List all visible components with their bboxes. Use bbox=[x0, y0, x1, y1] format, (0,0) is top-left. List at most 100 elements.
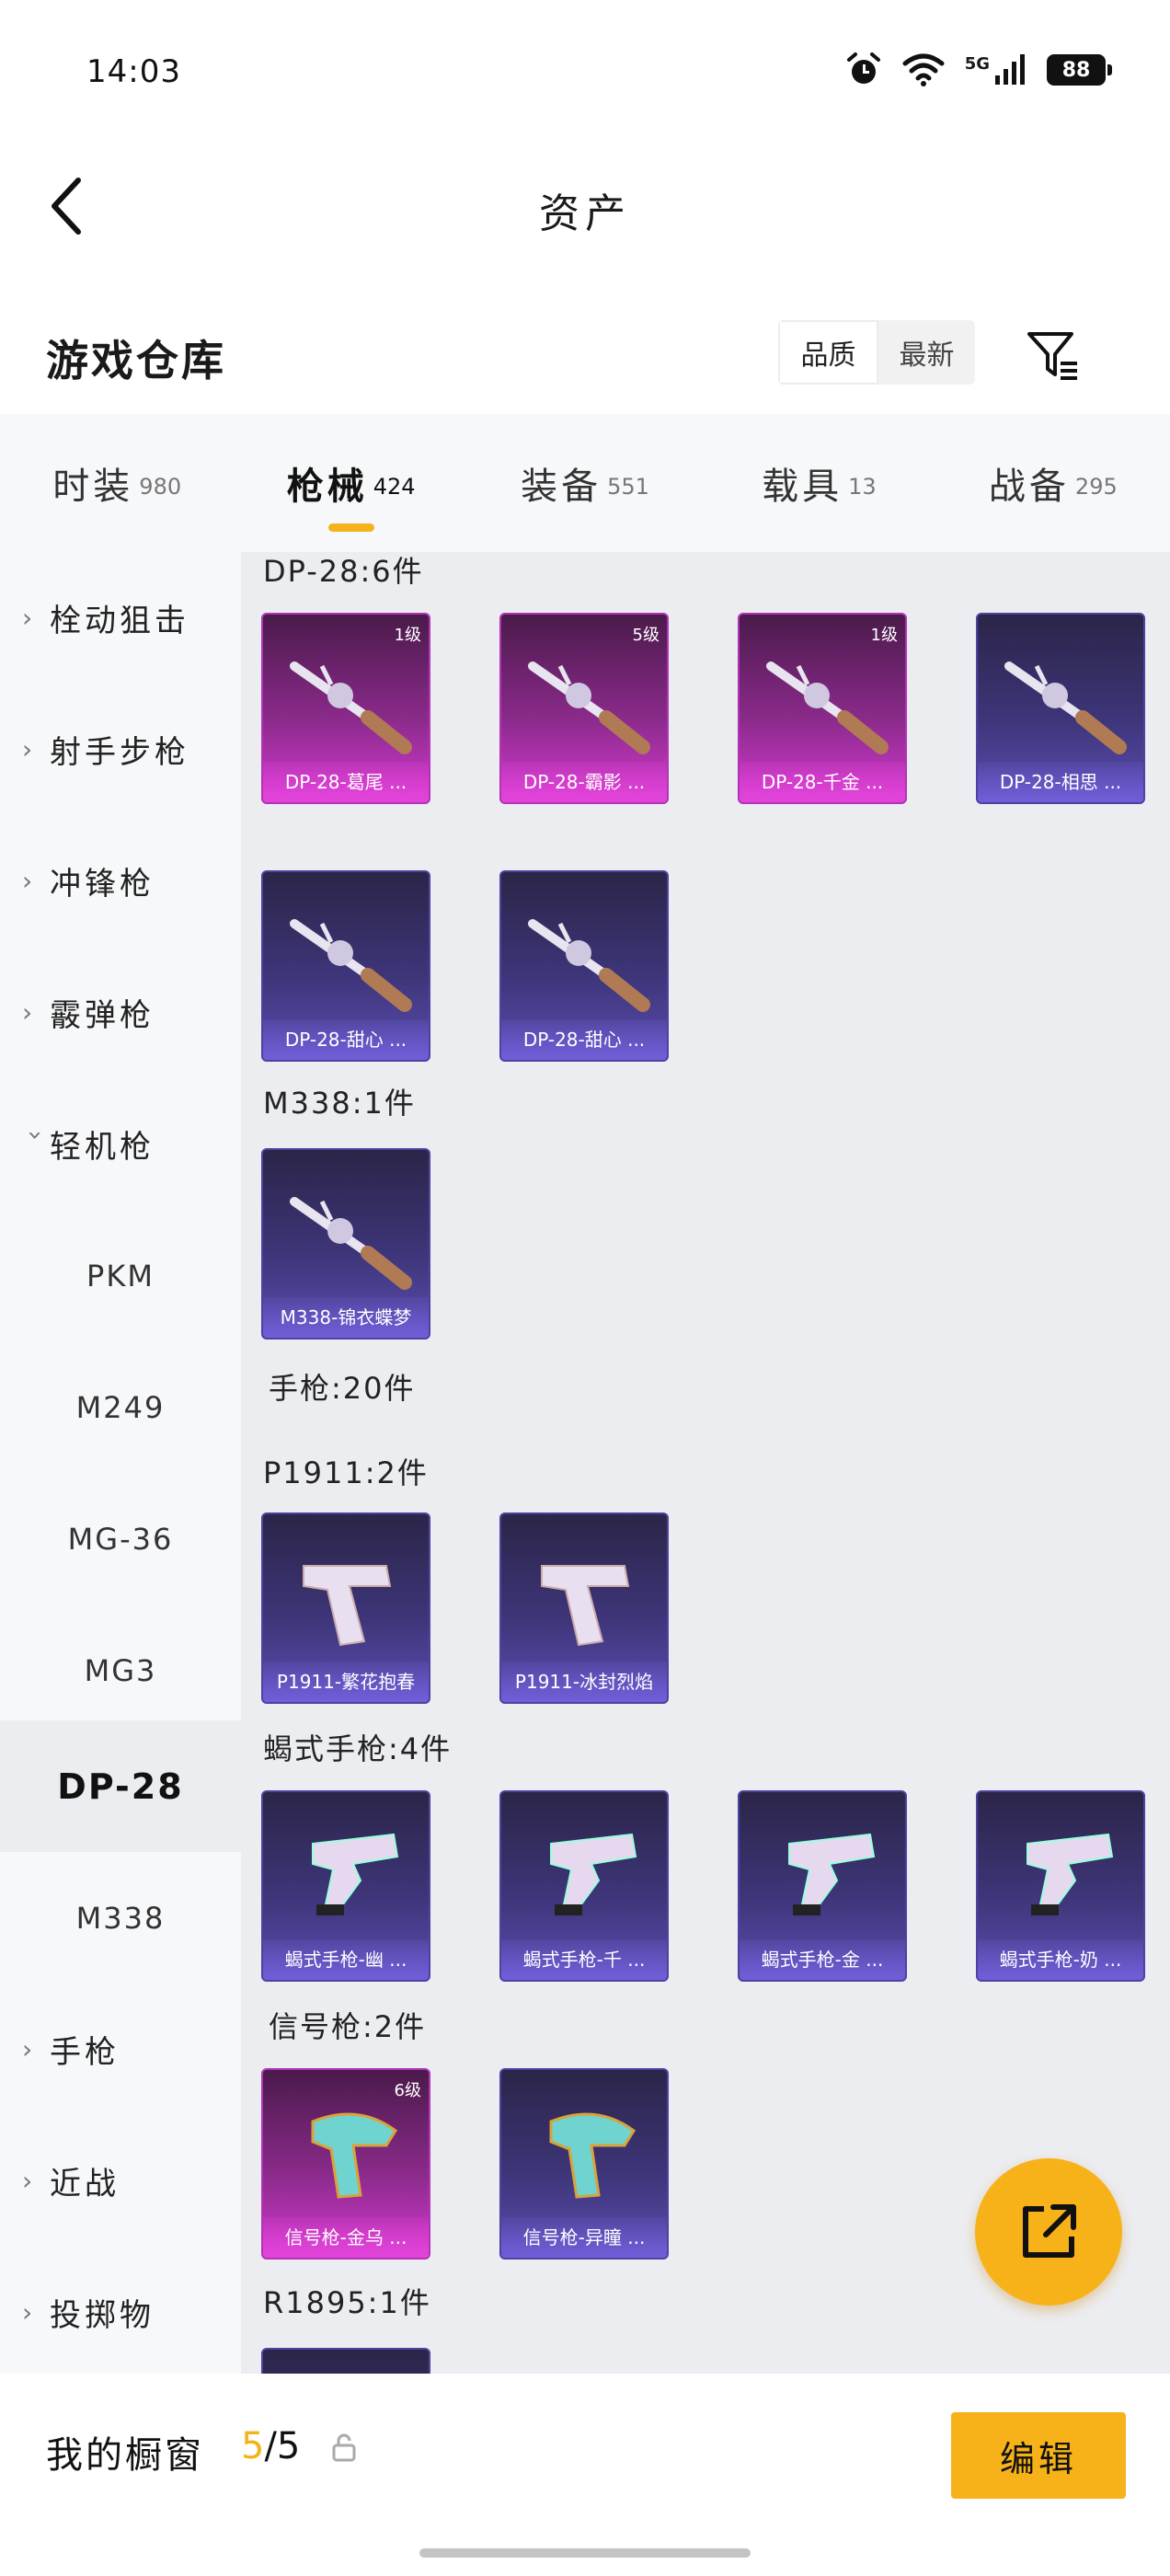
card-name: DP-28-千金 ... bbox=[740, 762, 905, 802]
card-name: 蝎式手枪-金 ... bbox=[740, 1939, 905, 1980]
weapon-skin-card[interactable]: 蝎式手枪-金 ... bbox=[738, 1790, 907, 1982]
sidebar-item-pkm[interactable]: PKM bbox=[0, 1210, 241, 1341]
tab-label: 战备 bbox=[988, 466, 1070, 508]
tier-badge: 5级 bbox=[632, 626, 660, 645]
filter-button[interactable] bbox=[1021, 324, 1085, 388]
sidebar-item-pistol[interactable]: › 手枪 bbox=[0, 1984, 241, 2115]
section-label: 信号枪:2件 bbox=[269, 2009, 427, 2044]
sidebar-item-m249[interactable]: M249 bbox=[0, 1341, 241, 1473]
signal-icon bbox=[995, 54, 1025, 85]
sidebar-item-label: 冲锋枪 bbox=[50, 866, 155, 903]
weapon-skin-card[interactable]: DP-28-相思 ... bbox=[976, 613, 1145, 804]
lmg-icon bbox=[290, 1197, 412, 1290]
tab-equipment[interactable]: 装备 551 bbox=[468, 414, 702, 552]
tab-count: 295 bbox=[1074, 474, 1118, 500]
sidebar-item-label: 手枪 bbox=[50, 2034, 120, 2071]
weapon-skin-card[interactable]: 6级 信号枪-金乌 ... bbox=[261, 2068, 430, 2260]
lmg-icon bbox=[528, 661, 650, 754]
card-name: DP-28-相思 ... bbox=[978, 762, 1143, 802]
card-name: 信号枪-异瞳 ... bbox=[501, 2217, 667, 2258]
tab-gear[interactable]: 战备 295 bbox=[936, 414, 1170, 552]
smg-pistol-icon bbox=[550, 1833, 637, 1915]
card-name: 信号枪-金乌 ... bbox=[263, 2217, 429, 2258]
sidebar-item-mg3[interactable]: MG3 bbox=[0, 1604, 241, 1736]
tab-label: 载具 bbox=[762, 466, 843, 508]
network-type: 5G bbox=[964, 53, 990, 74]
pistol-icon bbox=[541, 1565, 630, 1647]
header: 资产 bbox=[0, 156, 1170, 258]
sidebar-item-throwable[interactable]: › 投掷物 bbox=[0, 2247, 241, 2378]
weapon-skin-card[interactable]: 蝎式手枪-奶 ... bbox=[976, 1790, 1145, 1982]
weapon-skin-card[interactable]: P1911-繁花抱春 bbox=[261, 1512, 430, 1704]
chevron-down-icon: › bbox=[20, 1130, 52, 1144]
card-name: P1911-冰封烈焰 bbox=[501, 1662, 667, 1702]
card-name: 蝎式手枪-幽 ... bbox=[263, 1939, 429, 1980]
sidebar-item-m338[interactable]: M338 bbox=[0, 1852, 241, 1984]
tab-count: 980 bbox=[139, 474, 182, 500]
category-tabs: 时装 980 枪械 424 装备 551 载具 13 战备 295 bbox=[0, 414, 1170, 552]
card-name: DP-28-甜心 ... bbox=[501, 1019, 667, 1060]
tab-vehicles[interactable]: 载具 13 bbox=[702, 414, 935, 552]
sidebar-item-dmr[interactable]: › 射手步枪 bbox=[0, 684, 241, 815]
status-icons: 5G 88 bbox=[845, 52, 1112, 88]
external-link-icon bbox=[1023, 2204, 1076, 2258]
tab-outfits[interactable]: 时装 980 bbox=[0, 414, 234, 552]
weapon-skin-card[interactable]: DP-28-甜心 ... bbox=[499, 870, 669, 1062]
sidebar-item-bolt-sniper[interactable]: › 栓动狙击 bbox=[0, 552, 241, 684]
status-time: 14:03 bbox=[86, 53, 181, 90]
card-name: DP-28-葛尾 ... bbox=[263, 762, 429, 802]
section-label: P1911:2件 bbox=[263, 1455, 429, 1490]
weapon-skin-card[interactable]: 蝎式手枪-千 ... bbox=[499, 1790, 669, 1982]
weapon-skin-card[interactable]: 1级 DP-28-葛尾 ... bbox=[261, 613, 430, 804]
weapon-skin-card[interactable]: M338-锦衣蝶梦 bbox=[261, 1148, 430, 1340]
sidebar-item-smg[interactable]: › 冲锋枪 bbox=[0, 815, 241, 947]
smg-pistol-icon bbox=[788, 1833, 876, 1915]
showcase-count-current: 5 bbox=[241, 2425, 265, 2467]
status-bar: 14:03 5G 88 bbox=[0, 0, 1170, 147]
sort-newest-button[interactable]: 最新 bbox=[878, 320, 975, 385]
flare-gun-icon bbox=[311, 2112, 398, 2199]
chevron-right-icon: › bbox=[22, 734, 37, 765]
lmg-icon bbox=[1004, 661, 1127, 754]
card-name: DP-28-甜心 ... bbox=[263, 1019, 429, 1060]
sidebar-item-lmg[interactable]: › 轻机枪 bbox=[0, 1078, 241, 1210]
card-name: 蝎式手枪-千 ... bbox=[501, 1939, 667, 1980]
battery-icon: 88 bbox=[1047, 54, 1112, 86]
share-button[interactable] bbox=[975, 2158, 1122, 2306]
filter-icon bbox=[1027, 332, 1077, 380]
sidebar-item-shotgun[interactable]: › 霰弹枪 bbox=[0, 947, 241, 1078]
lmg-icon bbox=[290, 919, 412, 1012]
sidebar-item-label: 投掷物 bbox=[50, 2297, 155, 2334]
section-label: 蝎式手枪:4件 bbox=[263, 1731, 453, 1766]
weapon-skin-card[interactable]: 蝎式手枪-幽 ... bbox=[261, 1790, 430, 1982]
item-grid: DP-28:6件 M338:1件 手枪:20件 P1911:2件 蝎式手枪:4件… bbox=[241, 552, 1170, 2374]
sort-quality-button[interactable]: 品质 bbox=[778, 320, 878, 385]
sidebar-item-label: 近战 bbox=[50, 2166, 120, 2202]
sidebar-item-melee[interactable]: › 近战 bbox=[0, 2115, 241, 2247]
card-name: DP-28-霸影 ... bbox=[501, 762, 667, 802]
tab-count: 13 bbox=[848, 474, 877, 500]
weapon-skin-card[interactable]: 信号枪-异瞳 ... bbox=[499, 2068, 669, 2260]
tab-weapons[interactable]: 枪械 424 bbox=[234, 414, 467, 552]
chevron-right-icon: › bbox=[22, 2166, 37, 2196]
sidebar-item-label: 霰弹枪 bbox=[50, 997, 155, 1034]
page-title: 资产 bbox=[539, 190, 631, 237]
weapon-skin-card[interactable]: 5级 DP-28-霸影 ... bbox=[499, 613, 669, 804]
sort-toggle: 品质 最新 bbox=[778, 320, 975, 385]
weapon-skin-card[interactable]: 1级 DP-28-千金 ... bbox=[738, 613, 907, 804]
lock-icon bbox=[332, 2433, 356, 2462]
lmg-icon bbox=[766, 661, 889, 754]
pistol-icon bbox=[303, 1565, 392, 1647]
sidebar-item-dp28[interactable]: DP-28 bbox=[0, 1720, 241, 1852]
weapon-skin-card[interactable]: P1911-冰封烈焰 bbox=[499, 1512, 669, 1704]
chevron-right-icon: › bbox=[22, 866, 37, 896]
edit-button[interactable]: 编辑 bbox=[951, 2412, 1126, 2499]
tab-count: 424 bbox=[373, 474, 416, 500]
tab-count: 551 bbox=[607, 474, 649, 500]
chevron-right-icon: › bbox=[22, 603, 37, 633]
weapon-skin-card[interactable] bbox=[261, 2348, 430, 2374]
weapon-skin-card[interactable]: DP-28-甜心 ... bbox=[261, 870, 430, 1062]
sidebar-item-mg36[interactable]: MG-36 bbox=[0, 1473, 241, 1604]
sidebar-item-label: 栓动狙击 bbox=[50, 603, 189, 639]
flare-gun-icon bbox=[549, 2112, 637, 2199]
